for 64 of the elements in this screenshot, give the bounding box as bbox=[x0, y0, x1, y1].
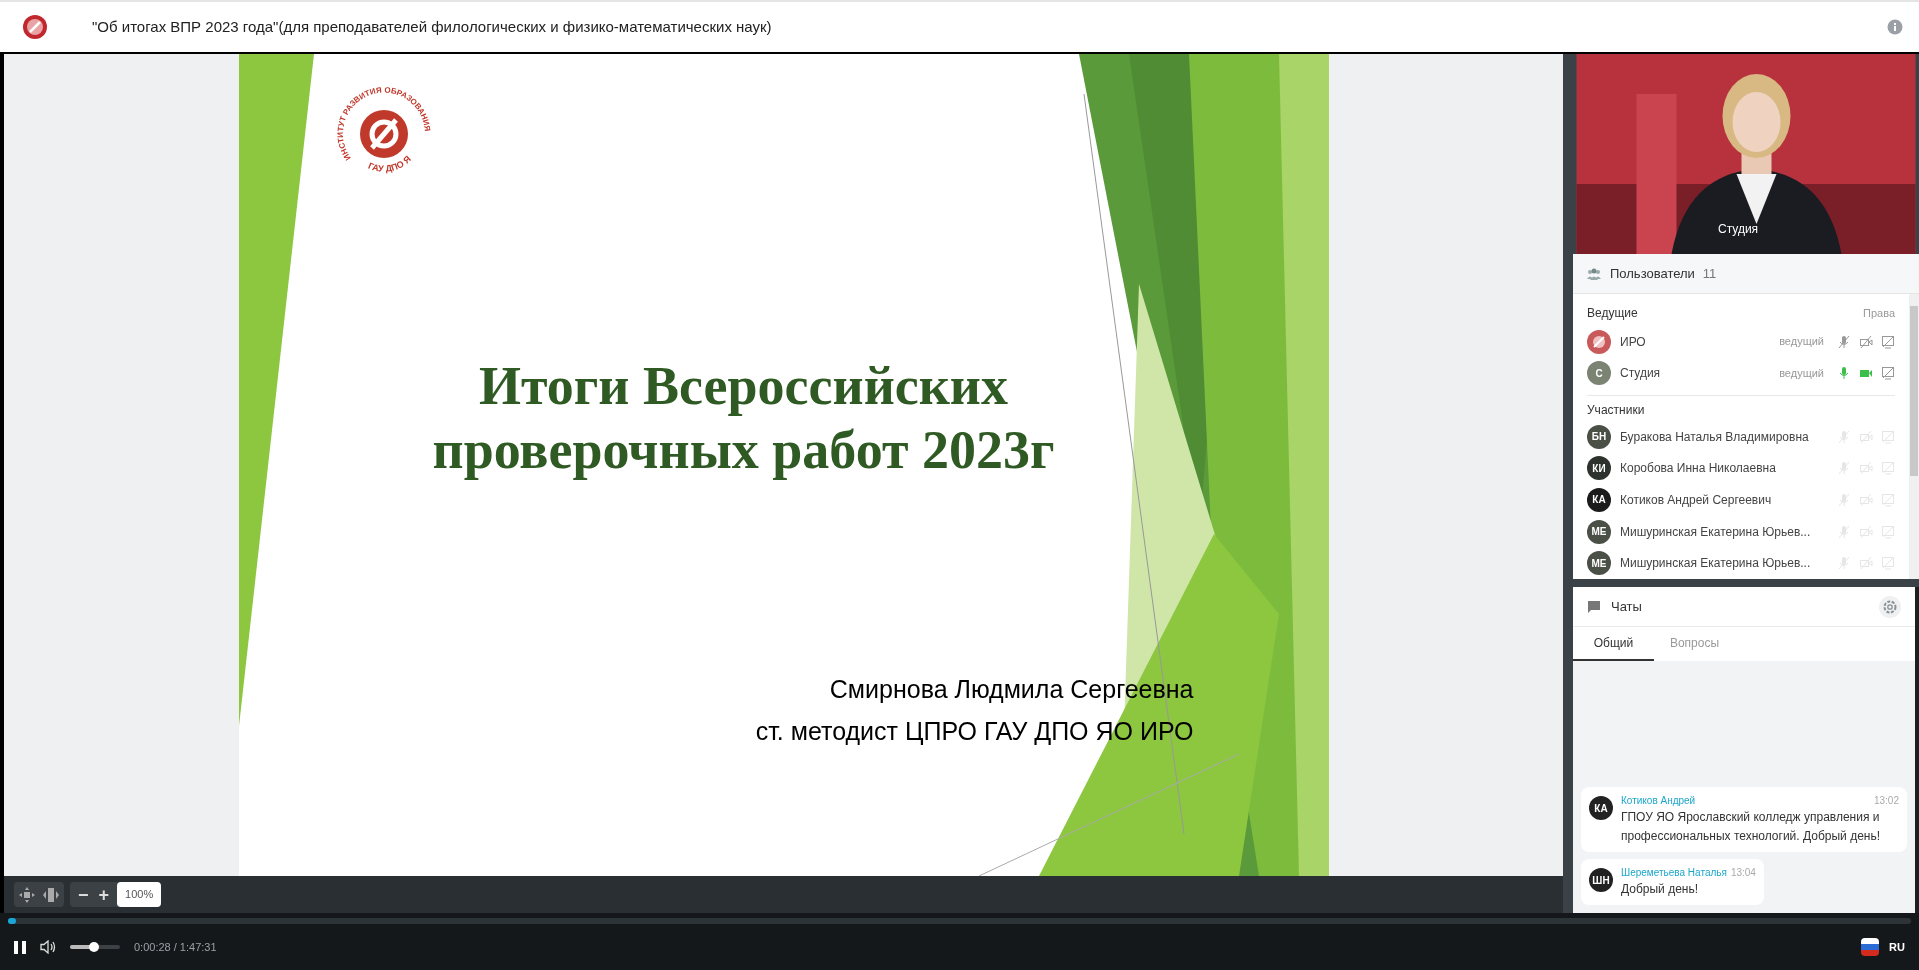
message-author: Котиков Андрей bbox=[1621, 794, 1696, 808]
zoom-out-button[interactable]: − bbox=[76, 885, 91, 904]
pause-icon[interactable] bbox=[14, 940, 26, 954]
zoom-level-field[interactable]: 100% bbox=[117, 882, 162, 907]
message-author: Шереметьева Наталья bbox=[1621, 866, 1727, 880]
message-time: 13:04 bbox=[1730, 866, 1756, 880]
section-heading: Участники bbox=[1587, 402, 1645, 420]
user-role: ведущий bbox=[1779, 365, 1824, 381]
user-name: Мишуринская Екатерина Юрьев... bbox=[1620, 523, 1812, 541]
user-name: Буракова Наталья Владимировна bbox=[1620, 428, 1810, 446]
playback-time: 0:00:28 / 1:47:31 bbox=[134, 939, 217, 955]
rights-label: Права bbox=[1863, 305, 1895, 321]
user-avatar: КИ bbox=[1587, 456, 1611, 481]
section-heading: Ведущие bbox=[1587, 304, 1638, 322]
slide-title: Итоги Всероссийских проверочных работ 2023г bbox=[431, 355, 1056, 482]
users-icon bbox=[1586, 267, 1602, 280]
flag-icon[interactable] bbox=[1861, 938, 1880, 956]
chat-icon bbox=[1587, 599, 1601, 614]
settings-icon[interactable] bbox=[1879, 595, 1901, 618]
user-avatar: МЕ bbox=[1587, 519, 1611, 544]
user-name: Котиков Андрей Сергеевич bbox=[1620, 491, 1773, 509]
meeting-title: "Об итогах ВПР 2023 года"(для преподавателей филологических и физико-математических наук) bbox=[92, 16, 772, 37]
screen-share-off-icon[interactable] bbox=[1881, 429, 1895, 444]
logo-icon bbox=[22, 14, 48, 40]
user-avatar: С bbox=[1587, 361, 1611, 386]
chat-tab[interactable]: Общий bbox=[1573, 627, 1654, 661]
chats-title: Чаты bbox=[1611, 597, 1643, 616]
screen-share-off-icon[interactable] bbox=[1881, 334, 1895, 349]
screen-share-off-icon[interactable] bbox=[1881, 556, 1895, 571]
users-count: 11 bbox=[1702, 264, 1717, 283]
fit-width-icon[interactable] bbox=[43, 886, 59, 903]
author-name: Смирнова Людмила Сергеевна bbox=[829, 674, 1194, 705]
users-title: Пользователи bbox=[1610, 264, 1695, 283]
zoom-in-button[interactable]: + bbox=[96, 885, 112, 904]
microphone-icon[interactable] bbox=[1837, 366, 1851, 381]
user-avatar: КА bbox=[1587, 487, 1611, 512]
progress-track[interactable] bbox=[8, 918, 1911, 924]
volume-thumb[interactable] bbox=[88, 942, 99, 952]
user-role: ведущий bbox=[1779, 334, 1824, 350]
user-name: Студия bbox=[1620, 365, 1662, 383]
scrollbar-thumb[interactable] bbox=[1910, 306, 1918, 476]
message-time: 13:02 bbox=[1873, 794, 1899, 808]
message-text: ГПОУ ЯО Ярославский колледж управления и профессиональных технологий. Добрый день! bbox=[1621, 809, 1881, 845]
user-avatar: БН bbox=[1587, 424, 1611, 449]
user-avatar: КА bbox=[1589, 796, 1613, 820]
move-icon[interactable] bbox=[19, 886, 35, 903]
screen-share-off-icon[interactable] bbox=[1881, 492, 1895, 507]
screen-share-off-icon[interactable] bbox=[1881, 366, 1895, 381]
user-avatar: ШН bbox=[1589, 868, 1613, 892]
volume-icon[interactable] bbox=[40, 940, 56, 954]
screen-share-off-icon[interactable] bbox=[1881, 461, 1895, 476]
user-name: Мишуринская Екатерина Юрьев... bbox=[1620, 555, 1812, 573]
video-caption: Студия bbox=[1718, 221, 1759, 238]
volume-slider[interactable] bbox=[70, 945, 120, 949]
avatar-logo-icon bbox=[1587, 329, 1611, 354]
message-text: Добрый день! bbox=[1621, 881, 1700, 898]
screen-share-off-icon[interactable] bbox=[1881, 524, 1895, 539]
user-avatar: МЕ bbox=[1587, 551, 1611, 576]
microphone-off-icon[interactable] bbox=[1837, 334, 1851, 349]
user-name: Коробова Инна Николаевна bbox=[1620, 460, 1777, 478]
language-label[interactable]: RU bbox=[1889, 938, 1905, 956]
camera-off-icon[interactable] bbox=[1859, 334, 1873, 349]
info-icon[interactable] bbox=[1887, 19, 1903, 35]
user-name: ИРО bbox=[1620, 333, 1647, 351]
